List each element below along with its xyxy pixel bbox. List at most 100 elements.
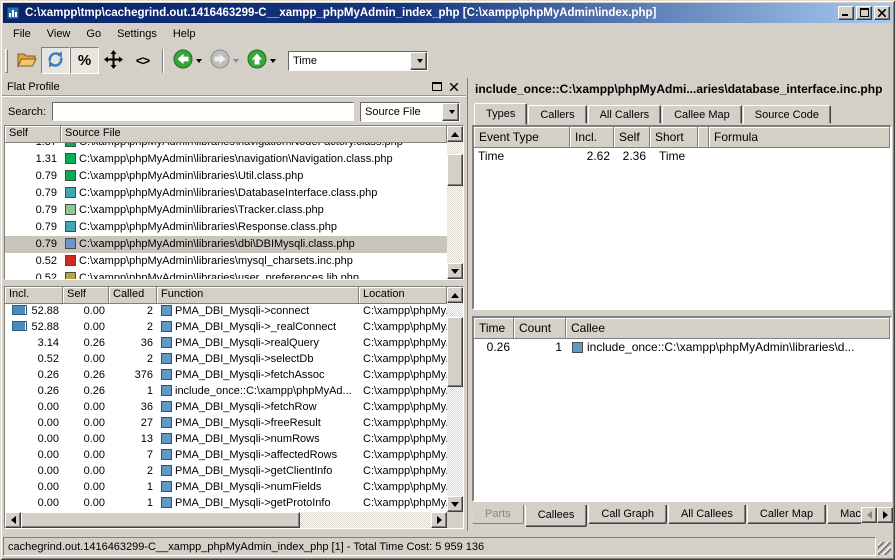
toolbar-handle[interactable]	[5, 49, 8, 73]
minimize-button[interactable]	[838, 6, 854, 20]
cycle-detection-button[interactable]: <>	[128, 47, 157, 74]
group-by-combo[interactable]: Source File	[360, 102, 460, 122]
relative-percent-button[interactable]: %	[70, 47, 99, 74]
source-file-row[interactable]: 0.79C:\xampp\phpMyAdmin\libraries\dbi\DB…	[5, 236, 447, 253]
tab-caller-map[interactable]: Caller Map	[747, 505, 826, 524]
tab-source-code[interactable]: Source Code	[743, 105, 831, 124]
function-row[interactable]: 0.000.001PMA_DBI_Mysqli->numFieldsC:\xam…	[5, 480, 447, 496]
up-dropdown-arrow[interactable]	[270, 59, 276, 63]
source-file-row[interactable]: 1.37C:\xampp\phpMyAdmin\libraries\naviga…	[5, 143, 447, 151]
combo-dropdown-button[interactable]	[442, 103, 459, 121]
tab-all-callers[interactable]: All Callers	[588, 105, 662, 124]
function-row[interactable]: 52.880.002PMA_DBI_Mysqli->connectC:\xamp…	[5, 304, 447, 320]
function-row[interactable]: 0.000.0013PMA_DBI_Mysqli->numRowsC:\xamp…	[5, 432, 447, 448]
function-name: PMA_DBI_Mysqli->_realConnect	[175, 321, 336, 333]
source-file-row[interactable]: 0.79C:\xampp\phpMyAdmin\libraries\Databa…	[5, 185, 447, 202]
function-row[interactable]: 52.880.002PMA_DBI_Mysqli->_realConnectC:…	[5, 320, 447, 336]
source-file-row[interactable]: 1.31C:\xampp\phpMyAdmin\libraries\naviga…	[5, 151, 447, 168]
close-button[interactable]	[874, 6, 890, 20]
function-vertical-scrollbar[interactable]	[447, 287, 463, 512]
function-row[interactable]: 3.140.2636PMA_DBI_Mysqli->realQueryC:\xa…	[5, 336, 447, 352]
tab-callers[interactable]: Callers	[528, 105, 586, 124]
event-type-row[interactable]: Time2.622.36Time	[474, 148, 890, 166]
forward-dropdown-arrow[interactable]	[233, 59, 239, 63]
combo-dropdown-button[interactable]	[410, 52, 427, 70]
source-file-row[interactable]: 0.52C:\xampp\phpMyAdmin\libraries\user_p…	[5, 270, 447, 279]
back-button[interactable]	[169, 47, 206, 74]
function-row[interactable]: 0.000.0027PMA_DBI_Mysqli->freeResultC:\x…	[5, 416, 447, 432]
callees-header-count[interactable]: Count	[514, 318, 566, 339]
float-dock-icon[interactable]	[430, 80, 444, 94]
scrollbar-track[interactable]	[21, 512, 431, 528]
source-file-row[interactable]: 0.52C:\xampp\phpMyAdmin\libraries\mysql_…	[5, 253, 447, 270]
forward-button[interactable]	[206, 47, 243, 74]
open-file-button[interactable]	[12, 47, 41, 74]
event-type-combo[interactable]: Time	[288, 51, 428, 71]
function-header-called[interactable]: Called	[109, 287, 157, 304]
tab-callee-map[interactable]: Callee Map	[662, 105, 742, 124]
scrollbar-track[interactable]	[447, 142, 463, 263]
types-header-formula[interactable]: Formula	[709, 127, 890, 148]
types-header-self[interactable]: Self	[614, 127, 650, 148]
scroll-left-button[interactable]	[5, 512, 21, 528]
scrollbar-thumb[interactable]	[21, 512, 300, 528]
callees-header-callee[interactable]: Callee	[566, 318, 890, 339]
function-header-incl[interactable]: Incl.	[5, 287, 63, 304]
function-header-self[interactable]: Self	[63, 287, 109, 304]
scroll-down-button[interactable]	[447, 263, 463, 279]
scrollbar-thumb[interactable]	[447, 154, 463, 186]
types-header-event-type[interactable]: Event Type	[474, 127, 570, 148]
dock-titlebar[interactable]: Flat Profile	[2, 78, 466, 96]
tab-types[interactable]: Types	[474, 103, 527, 125]
scrollbar-track[interactable]	[447, 303, 463, 496]
function-row[interactable]: 0.260.26376PMA_DBI_Mysqli->fetchAssocC:\…	[5, 368, 447, 384]
close-dock-icon[interactable]	[447, 80, 461, 94]
types-header-short[interactable]: Short	[650, 127, 698, 148]
function-header-location[interactable]: Location	[359, 287, 447, 304]
function-row[interactable]: 0.000.001PMA_DBI_Mysqli->getProtoInfoC:\…	[5, 496, 447, 512]
menu-item-view[interactable]: View	[39, 25, 79, 43]
up-button[interactable]	[243, 47, 280, 74]
resize-grip[interactable]	[878, 542, 891, 555]
menu-item-help[interactable]: Help	[165, 25, 204, 43]
function-row[interactable]: 0.260.261include_once::C:\xampp\phpMyAd.…	[5, 384, 447, 400]
function-header-function[interactable]: Function	[157, 287, 359, 304]
function-cell: PMA_DBI_Mysqli->fetchAssoc	[157, 368, 359, 384]
function-row[interactable]: 0.520.002PMA_DBI_Mysqli->selectDbC:\xamp…	[5, 352, 447, 368]
search-input[interactable]	[52, 102, 354, 121]
types-header-incl[interactable]: Incl.	[570, 127, 614, 148]
menu-item-settings[interactable]: Settings	[109, 25, 165, 43]
function-row[interactable]: 0.000.002PMA_DBI_Mysqli->getClientInfoC:…	[5, 464, 447, 480]
source-vertical-scrollbar[interactable]	[447, 126, 463, 279]
tab-machine-code[interactable]: Machine Code	[827, 505, 861, 524]
open-folder-icon	[17, 51, 37, 71]
source-header-source-file[interactable]: Source File	[61, 126, 447, 143]
function-row[interactable]: 0.000.007PMA_DBI_Mysqli->affectedRowsC:\…	[5, 448, 447, 464]
tab-scroll-right-button[interactable]	[877, 507, 893, 523]
scroll-up-button[interactable]	[447, 126, 463, 142]
tab-callees[interactable]: Callees	[525, 505, 588, 527]
source-file-row[interactable]: 0.79C:\xampp\phpMyAdmin\libraries\Util.c…	[5, 168, 447, 185]
tab-scroll-left-button[interactable]	[861, 507, 877, 523]
source-header-self[interactable]: Self	[5, 126, 61, 143]
scroll-right-button[interactable]	[431, 512, 447, 528]
tab-parts[interactable]: Parts	[472, 505, 524, 524]
source-file-row[interactable]: 0.79C:\xampp\phpMyAdmin\libraries\Respon…	[5, 219, 447, 236]
tab-call-graph[interactable]: Call Graph	[588, 505, 667, 524]
scroll-down-button[interactable]	[447, 496, 463, 512]
reload-button[interactable]	[41, 47, 70, 74]
maximize-button[interactable]	[856, 6, 872, 20]
back-dropdown-arrow[interactable]	[196, 59, 202, 63]
source-file-row[interactable]: 0.79C:\xampp\phpMyAdmin\libraries\Tracke…	[5, 202, 447, 219]
titlebar[interactable]: C:\xampp\tmp\cachegrind.out.1416463299-C…	[3, 3, 892, 23]
callees-header-time[interactable]: Time	[474, 318, 514, 339]
menu-item-file[interactable]: File	[5, 25, 39, 43]
callee-row[interactable]: 0.261include_once::C:\xampp\phpMyAdmin\l…	[474, 339, 890, 357]
function-row[interactable]: 0.000.0036PMA_DBI_Mysqli->fetchRowC:\xam…	[5, 400, 447, 416]
scroll-up-button[interactable]	[447, 287, 463, 303]
scrollbar-thumb[interactable]	[447, 317, 463, 387]
menu-item-go[interactable]: Go	[78, 25, 109, 43]
function-horizontal-scrollbar[interactable]	[5, 512, 447, 528]
tab-all-callees[interactable]: All Callees	[668, 505, 746, 524]
relative-to-parent-button[interactable]	[99, 47, 128, 74]
